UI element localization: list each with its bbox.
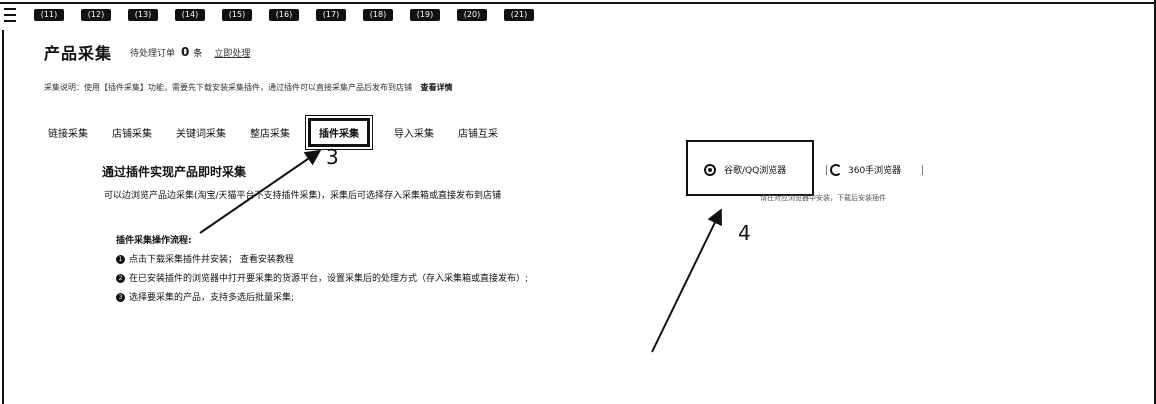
annotation-label-4: 4 xyxy=(738,221,751,245)
arrow-4 xyxy=(651,208,722,353)
arrow-3 xyxy=(199,149,322,234)
annotation-label-3: 3 xyxy=(326,145,339,169)
annotation-arrows xyxy=(199,149,722,353)
